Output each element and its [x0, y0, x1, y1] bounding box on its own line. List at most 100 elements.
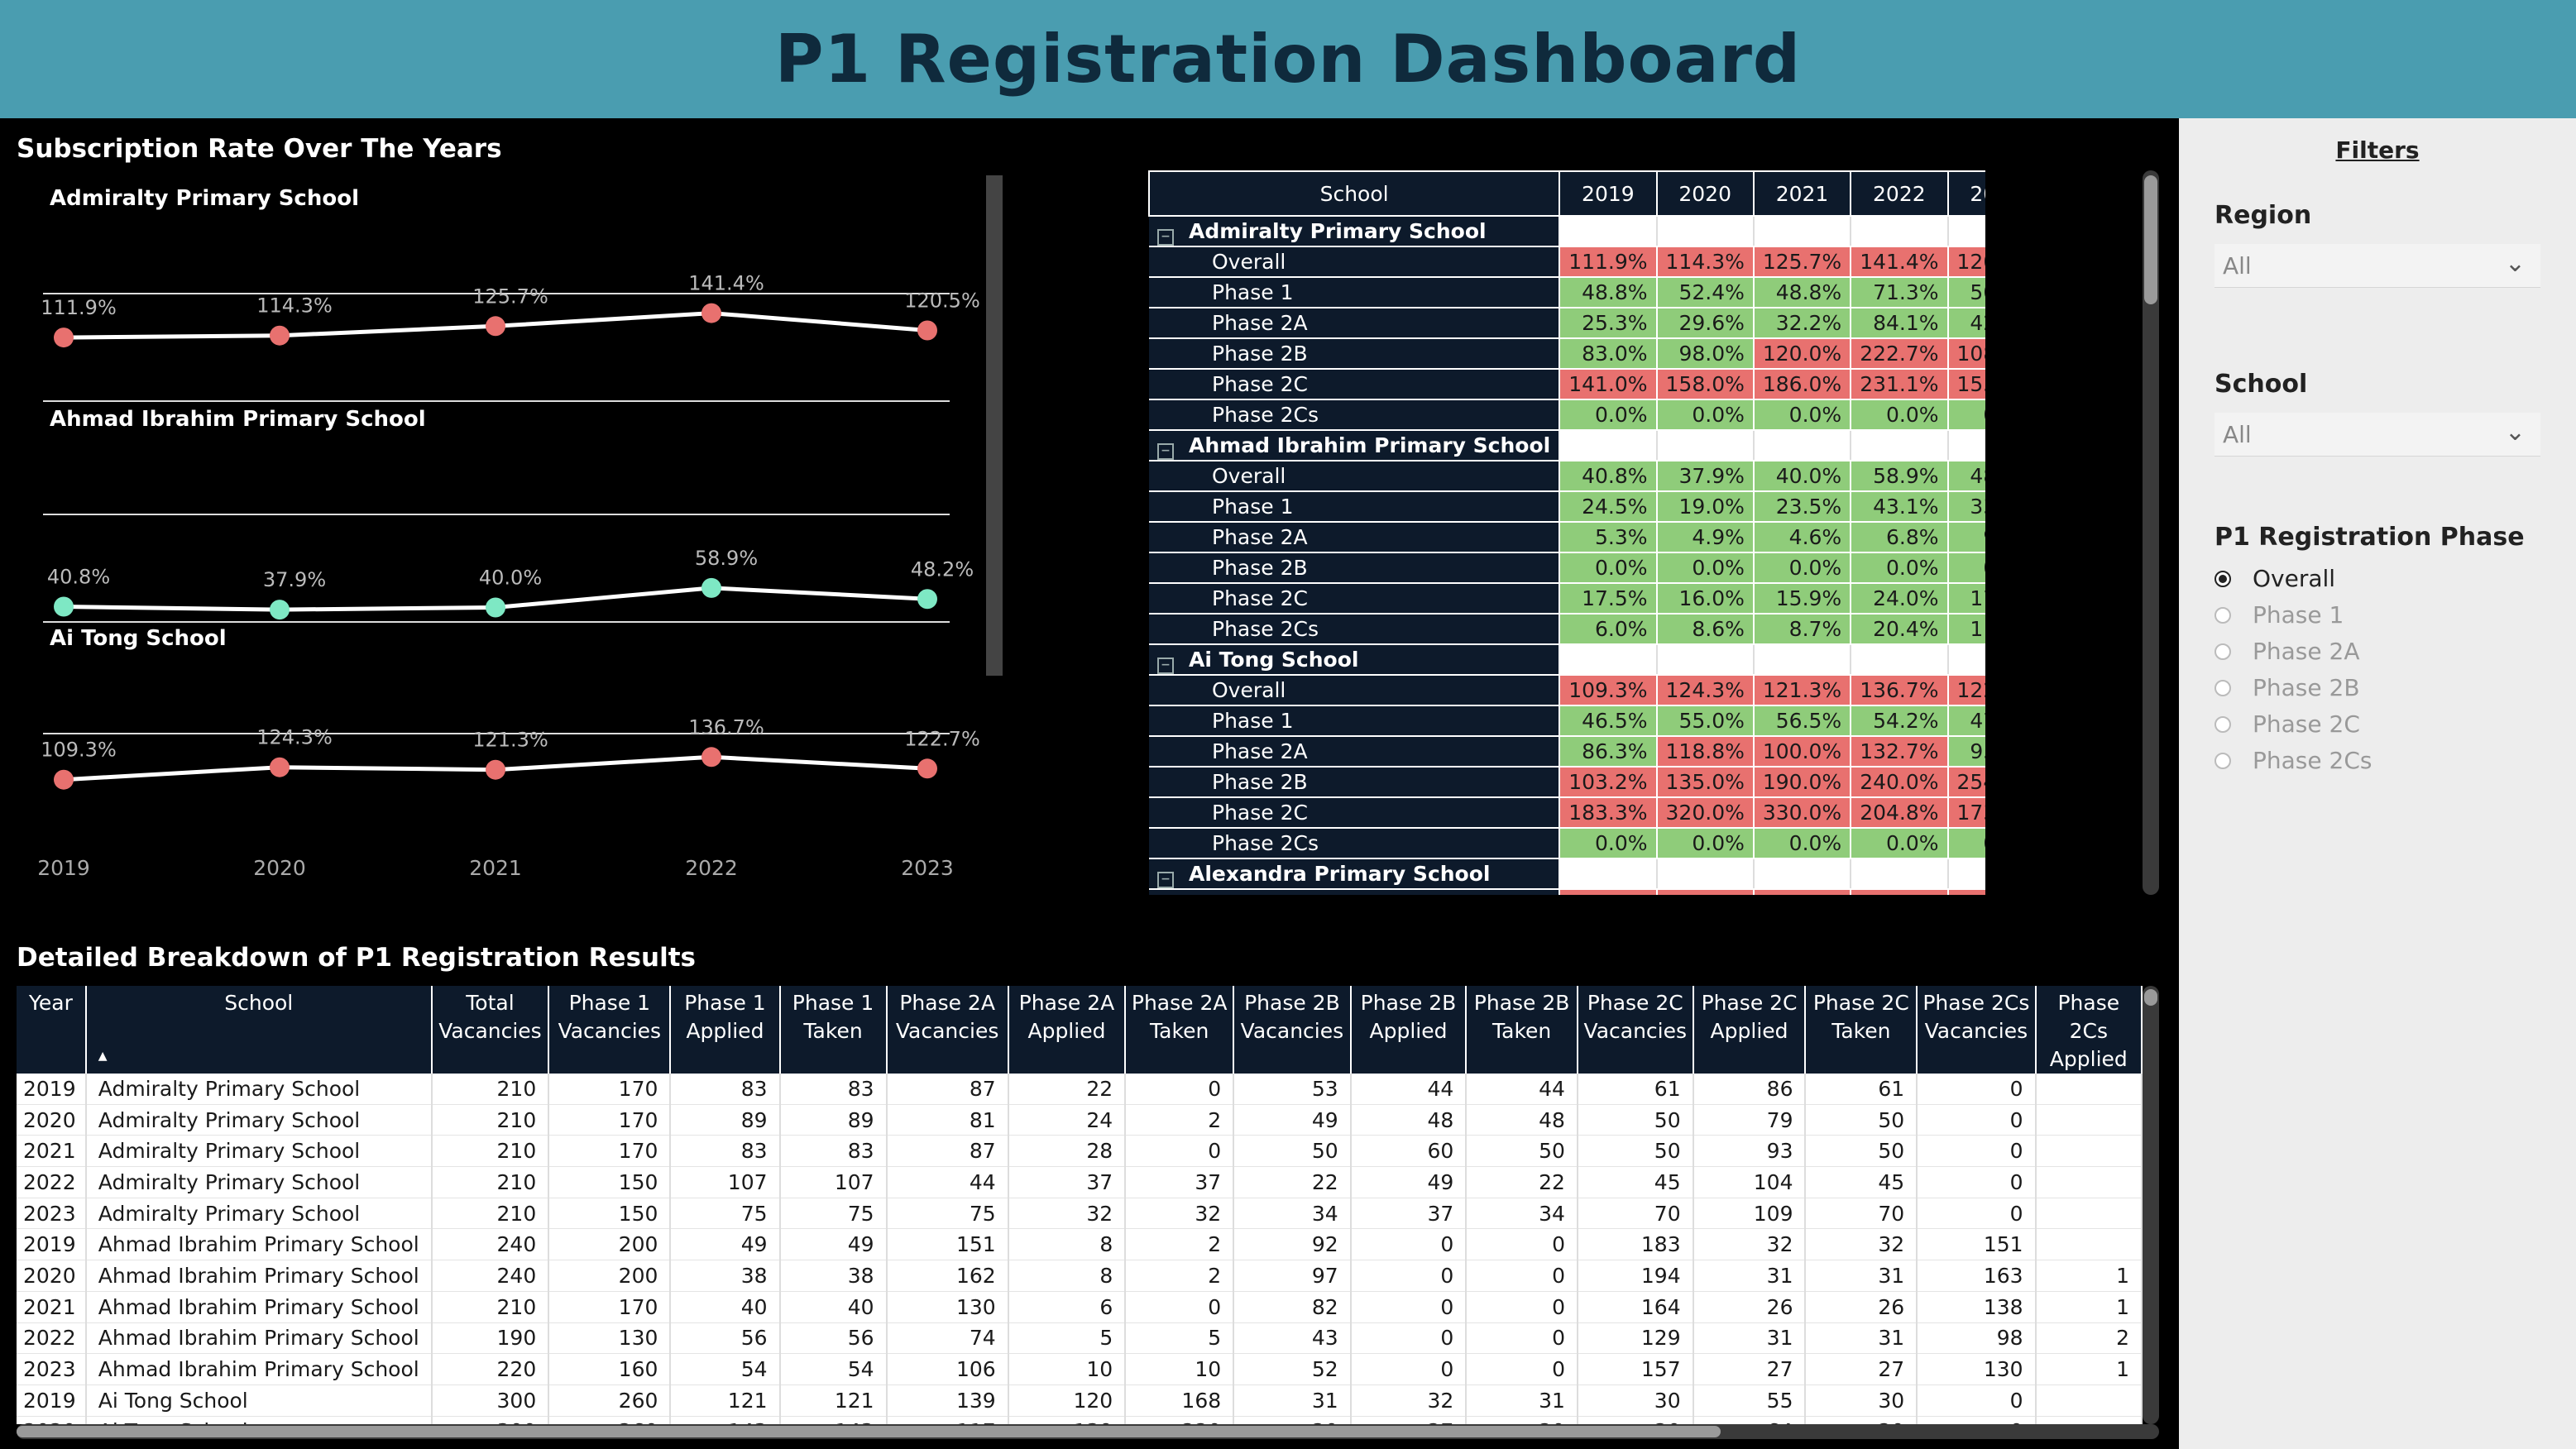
collapse-icon[interactable]: − — [1157, 871, 1174, 888]
matrix-group-label[interactable]: − Ai Tong School — [1149, 644, 1561, 676]
matrix-value-cell: 48.2% — [1947, 461, 1985, 492]
matrix-value-cell: 15.9% — [1753, 583, 1852, 615]
matrix-row: Phase 2Cs0.0%0.0%0.0%0.0%0.0% — [1149, 828, 1985, 859]
region-value: All — [2223, 252, 2252, 280]
matrix-value-cell: 23.5% — [1753, 491, 1852, 523]
table-cell: 0 — [1917, 1384, 2037, 1417]
table-cell: 210 — [431, 1074, 550, 1105]
data-label: 111.9% — [41, 296, 117, 319]
table-cell: 48 — [1350, 1104, 1468, 1136]
matrix-value-cell: 40.0% — [1753, 461, 1852, 492]
phase-option-phase-1[interactable]: Phase 1 — [2214, 601, 2344, 629]
sort-ascending-icon[interactable]: ▲ — [98, 1042, 108, 1070]
matrix-group-label[interactable]: − Alexandra Primary School — [1149, 858, 1561, 890]
table-cell: 0 — [1125, 1074, 1235, 1105]
breakdown-column-header[interactable]: Phase 2B Applied — [1350, 986, 1468, 1074]
breakdown-column-header[interactable]: Phase 2C Vacancies — [1577, 986, 1694, 1074]
matrix-value-cell: 17.2% — [1947, 583, 1985, 615]
matrix-column-header[interactable]: School — [1148, 170, 1561, 217]
table-cell: 10 — [1125, 1353, 1235, 1385]
table-cell: 2023 — [17, 1353, 87, 1385]
matrix-group-cell — [1753, 216, 1852, 247]
phase-option-overall[interactable]: Overall — [2214, 565, 2335, 592]
radio-label: Phase 1 — [2253, 601, 2344, 629]
phase-label: Phase 2A — [1149, 308, 1561, 339]
matrix-group-cell — [1559, 858, 1658, 890]
matrix-column-header[interactable]: 2021 — [1752, 170, 1852, 217]
breakdown-column-header[interactable]: Phase 2A Vacancies — [886, 986, 1009, 1074]
phase-option-phase-2b[interactable]: Phase 2B — [2214, 674, 2360, 701]
table-cell: 2020 — [17, 1260, 87, 1292]
breakdown-title: Detailed Breakdown of P1 Registration Re… — [17, 943, 696, 973]
matrix-column-header[interactable]: 2023 — [1946, 170, 1985, 217]
table-cell: 37 — [1008, 1166, 1127, 1198]
collapse-icon[interactable]: − — [1157, 657, 1174, 674]
x-tick-label: 2022 — [685, 856, 738, 880]
data-point — [270, 325, 290, 346]
breakdown-column-header[interactable]: Phase 2B Vacancies — [1233, 986, 1352, 1074]
matrix-value-cell: 190.0% — [1753, 767, 1852, 798]
table-cell: 143 — [779, 1416, 888, 1424]
region-dropdown[interactable]: All ⌄ — [2214, 244, 2540, 288]
breakdown-horizontal-scrollbar-thumb[interactable] — [17, 1426, 1721, 1437]
table-cell: 240 — [431, 1228, 550, 1261]
matrix-value-cell: 9.4% — [1947, 522, 1985, 553]
breakdown-column-header[interactable]: Phase 2A Applied — [1008, 986, 1127, 1074]
matrix-column-header[interactable]: 2022 — [1850, 170, 1949, 217]
matrix-value-cell: 111.5% — [1753, 889, 1852, 895]
radio-icon — [2214, 643, 2231, 660]
matrix-scrollbar-thumb[interactable] — [2144, 175, 2157, 304]
column-header-label: Phase 2A Vacancies — [895, 991, 999, 1043]
school-dropdown[interactable]: All ⌄ — [2214, 413, 2540, 457]
breakdown-column-header[interactable]: Year — [17, 986, 87, 1074]
data-label: 121.3% — [472, 729, 548, 752]
phase-option-phase-2c[interactable]: Phase 2C — [2214, 710, 2360, 738]
matrix-value-cell: 42.7% — [1947, 308, 1985, 339]
matrix-group-row: − Admiralty Primary School — [1149, 216, 1985, 247]
phase-option-phase-2cs[interactable]: Phase 2Cs — [2214, 747, 2372, 774]
table-cell: 121 — [779, 1384, 888, 1417]
matrix-value-cell: 158.0% — [1656, 369, 1755, 400]
matrix-value-cell: 186.0% — [1753, 369, 1852, 400]
breakdown-column-header[interactable]: Phase 2B Taken — [1466, 986, 1578, 1074]
matrix-value-cell: 114.3% — [1656, 246, 1755, 278]
collapse-icon[interactable]: − — [1157, 228, 1174, 246]
collapse-icon[interactable]: − — [1157, 442, 1174, 460]
breakdown-column-header[interactable]: Total Vacancies — [431, 986, 550, 1074]
breakdown-column-header[interactable]: Phase 1 Vacancies — [548, 986, 672, 1074]
line-chart-scrollbar[interactable] — [986, 175, 1003, 676]
breakdown-vertical-scrollbar[interactable] — [2143, 986, 2159, 1424]
table-cell — [2035, 1135, 2143, 1168]
matrix-value-cell: 204.8% — [1851, 797, 1949, 829]
table-cell: 34 — [1233, 1198, 1352, 1230]
breakdown-column-header[interactable]: Phase 2Cs Applied — [2035, 986, 2143, 1074]
phase-option-phase-2a[interactable]: Phase 2A — [2214, 638, 2359, 665]
column-header-label: Year — [28, 991, 73, 1015]
breakdown-column-header[interactable]: Phase 2C Applied — [1693, 986, 1807, 1074]
table-cell: 121 — [670, 1384, 781, 1417]
table-row: 2020 Ahmad Ibrahim Primary School 240 200 38… — [17, 1260, 2143, 1292]
breakdown-column-header[interactable]: Phase 2Cs Vacancies — [1917, 986, 2037, 1074]
breakdown-column-header[interactable]: School ▲ — [85, 986, 433, 1074]
matrix-column-header[interactable]: 2020 — [1655, 170, 1755, 217]
table-cell: 260 — [548, 1384, 672, 1417]
breakdown-column-header[interactable]: Phase 2A Taken — [1125, 986, 1235, 1074]
subscription-matrix: School20192020202120222023 −Admiralty Pr… — [1148, 170, 1985, 895]
matrix-group-label[interactable]: − Admiralty Primary School — [1149, 216, 1561, 247]
breakdown-column-header[interactable]: Phase 1 Applied — [670, 986, 781, 1074]
breakdown-vertical-scrollbar-thumb[interactable] — [2144, 989, 2157, 1006]
matrix-value-cell: 0.0% — [1947, 828, 1985, 859]
table-cell: 0 — [1125, 1291, 1235, 1323]
breakdown-column-header[interactable]: Phase 2C Taken — [1805, 986, 1918, 1074]
matrix-value-cell: 58.9% — [1851, 461, 1949, 492]
school-name: Admiralty Primary School — [1189, 218, 1487, 243]
matrix-value-cell: 111.9% — [1559, 246, 1658, 278]
breakdown-column-header[interactable]: Phase 1 Taken — [779, 986, 888, 1074]
table-cell: 0 — [1350, 1353, 1468, 1385]
matrix-value-cell: 240.0% — [1851, 767, 1949, 798]
table-cell: 129 — [1577, 1322, 1694, 1355]
matrix-column-header[interactable]: 2019 — [1559, 170, 1658, 217]
matrix-row: Phase 2C183.3%320.0%330.0%204.8%173.3% — [1149, 797, 1985, 829]
table-cell: 70 — [1577, 1198, 1694, 1230]
matrix-group-label[interactable]: − Ahmad Ibrahim Primary School — [1149, 430, 1561, 461]
